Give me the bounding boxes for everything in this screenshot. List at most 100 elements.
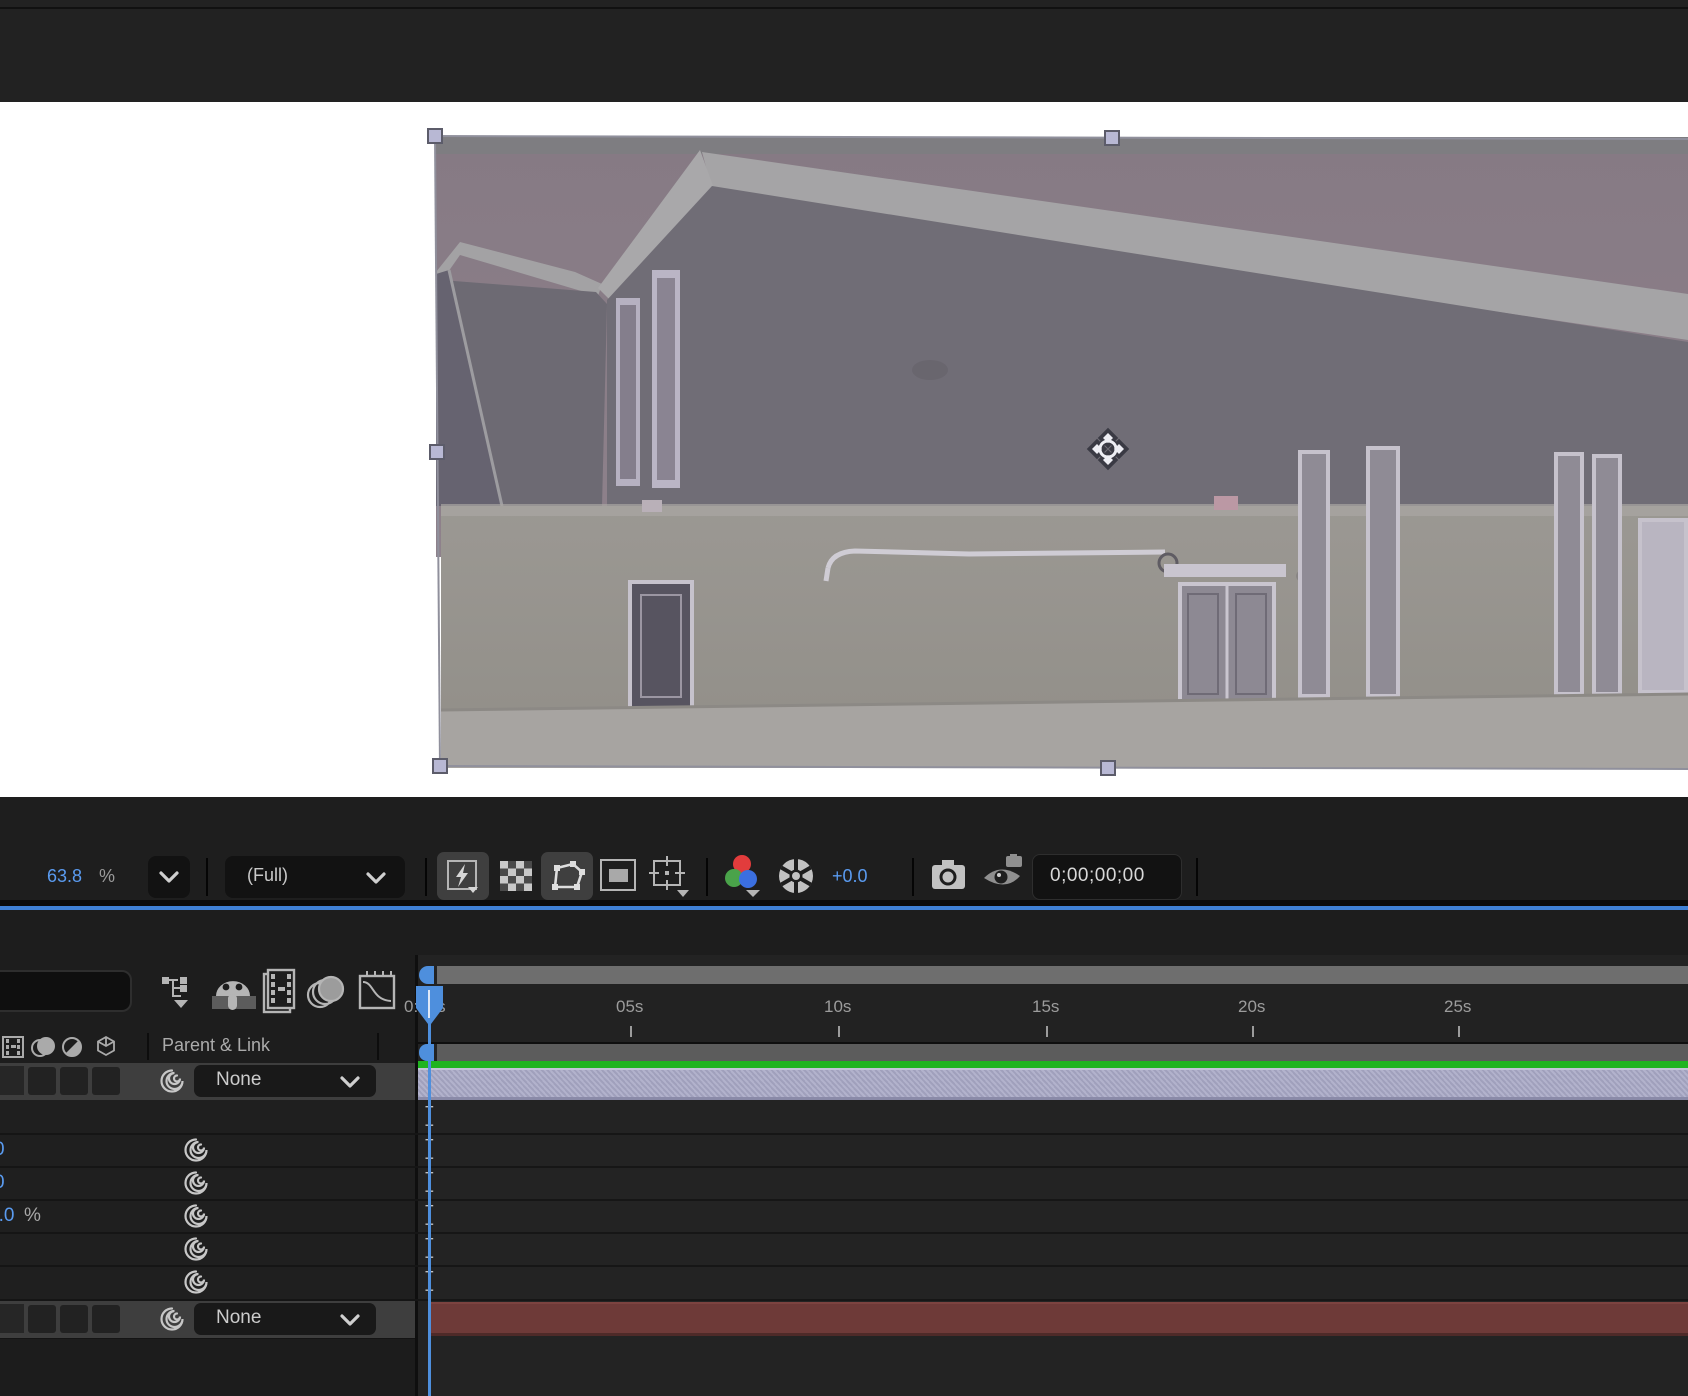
- ruler-label-15s: 15s: [1032, 997, 1060, 1016]
- magnification-unit: %: [99, 866, 116, 886]
- property-pickwhip-icon[interactable]: [182, 1136, 210, 1164]
- layer-switch-cell[interactable]: [28, 1305, 56, 1333]
- row-separator: [418, 1232, 1688, 1234]
- property-pickwhip-icon[interactable]: [182, 1268, 210, 1296]
- adjustment-layer-column-icon: [62, 1037, 82, 1057]
- resolution-value: (Full): [247, 865, 288, 885]
- property-pickwhip-icon[interactable]: [182, 1202, 210, 1230]
- parent-pickwhip-icon[interactable]: [158, 1067, 186, 1095]
- chevron-down-icon: [340, 1076, 360, 1088]
- take-snapshot-button[interactable]: [930, 858, 968, 892]
- parent-link-header[interactable]: Parent & Link: [162, 1035, 270, 1056]
- column-separator: [377, 1033, 379, 1060]
- parent-dropdown-value: None: [216, 1069, 262, 1090]
- layer-switch-cell[interactable]: [60, 1305, 88, 1333]
- parent-dropdown-value: None: [216, 1307, 262, 1328]
- grid-guides-icon: [649, 856, 689, 897]
- row-separator: [0, 1133, 418, 1135]
- ruler-tick: [1252, 1026, 1254, 1037]
- property-value-unit: %: [24, 1205, 41, 1226]
- mask-shape-icon: [552, 861, 585, 890]
- ruler-label-10s: 10s: [824, 997, 852, 1016]
- transparency-grid-button[interactable]: [499, 860, 535, 894]
- row-separator: [418, 1265, 1688, 1267]
- property-value[interactable]: 0: [0, 1139, 5, 1161]
- ruler-label-25s: 25s: [1444, 997, 1472, 1016]
- toolbar-separator: [206, 858, 208, 896]
- reset-exposure-button[interactable]: [776, 856, 816, 896]
- top-panel-chrome: [0, 0, 1688, 102]
- magnification-dropdown-button[interactable]: [148, 856, 190, 898]
- time-ruler[interactable]: 0:00s 05s 10s 15s 20s 25s: [404, 984, 1688, 1044]
- mask-visibility-button[interactable]: [541, 852, 593, 900]
- resolution-dropdown[interactable]: (Full): [225, 856, 405, 898]
- top-panel-divider: [0, 7, 1688, 9]
- layer-switch-cell[interactable]: [28, 1067, 56, 1095]
- ruler-tick: [838, 1026, 840, 1037]
- timecode-value: 0;00;00;00: [1050, 865, 1145, 886]
- ruler-tick: [630, 1026, 632, 1037]
- ruler-tick: [1458, 1026, 1460, 1037]
- ruler-label-20s: 20s: [1238, 997, 1266, 1016]
- frame-blending-button[interactable]: [262, 968, 298, 1014]
- layer-bar-1[interactable]: [418, 1068, 1688, 1100]
- shy-layers-button[interactable]: [212, 974, 256, 1012]
- checkerboard-icon: [500, 861, 532, 891]
- chevron-down-icon: [159, 871, 179, 883]
- row-separator: [418, 1299, 1688, 1301]
- 3d-layer-column-icon: [97, 1035, 115, 1057]
- filmstrip-icon: [262, 968, 296, 1014]
- property-value[interactable]: 0: [0, 1172, 5, 1194]
- property-pickwhip-icon[interactable]: [182, 1235, 210, 1263]
- toolbar-separator: [912, 858, 914, 896]
- switch-cell[interactable]: [0, 1066, 24, 1095]
- motion-blur-column-icon: [31, 1037, 55, 1057]
- row-separator: [418, 1133, 1688, 1135]
- column-header-icons: [2, 1035, 115, 1058]
- property-pickwhip-icon[interactable]: [182, 1169, 210, 1197]
- layer-row-2[interactable]: None: [0, 1301, 415, 1340]
- graph-editor-button[interactable]: [356, 968, 400, 1014]
- layer-row-1[interactable]: None: [0, 1063, 415, 1102]
- current-time-indicator-head-line: [428, 990, 430, 1018]
- exposure-value[interactable]: +0.0: [832, 866, 868, 887]
- parent-dropdown-layer-2[interactable]: None: [194, 1303, 376, 1335]
- region-of-interest-button[interactable]: [599, 858, 639, 894]
- mini-flowchart-button[interactable]: [160, 972, 204, 1014]
- after-effects-window: 63.8 % (Full) +0.0 0;00;00;00 Parent & L…: [0, 0, 1688, 1396]
- show-snapshot-button[interactable]: [982, 854, 1026, 894]
- magnification-value[interactable]: 63.8: [47, 866, 82, 887]
- rgb-channels-icon: [725, 855, 760, 897]
- motion-blur-button[interactable]: [306, 974, 346, 1012]
- eye-camera-icon: [984, 854, 1022, 885]
- fast-preview-button[interactable]: [437, 852, 489, 900]
- toolbar-separator: [425, 858, 427, 896]
- layer-switch-cell[interactable]: [92, 1067, 120, 1095]
- timeline-navigator-bar[interactable]: [437, 966, 1688, 984]
- layer-switch-cell[interactable]: [92, 1305, 120, 1333]
- column-separator: [147, 1033, 149, 1060]
- flowchart-icon: [162, 977, 188, 1008]
- row-separator: [0, 1199, 418, 1201]
- layer-bar-2[interactable]: [429, 1302, 1688, 1336]
- work-area-start-handle[interactable]: [419, 1044, 434, 1061]
- graph-editor-icon: [358, 971, 396, 1010]
- timeline-column-header: Parent & Link: [0, 1030, 415, 1063]
- frame-blending-column-icon: [2, 1036, 24, 1058]
- layer-switch-cell[interactable]: [60, 1067, 88, 1095]
- parent-pickwhip-icon[interactable]: [158, 1305, 186, 1333]
- comp-search-field[interactable]: [0, 970, 132, 1012]
- composition-viewer[interactable]: [0, 102, 1688, 797]
- timeline-navigator-start-handle[interactable]: [419, 966, 434, 984]
- grid-guides-button[interactable]: [647, 856, 693, 898]
- property-value[interactable]: 0.0: [0, 1205, 14, 1227]
- toolbar-separator: [706, 858, 708, 896]
- parent-dropdown-layer-1[interactable]: None: [194, 1065, 376, 1097]
- show-channel-button[interactable]: [722, 852, 764, 900]
- cached-frames-indicator: [418, 1061, 1688, 1068]
- current-time-indicator-line[interactable]: [428, 1010, 431, 1396]
- row-separator: [418, 1199, 1688, 1201]
- timeline-empty-area-left: [0, 1339, 415, 1396]
- switch-cell[interactable]: [0, 1304, 24, 1333]
- timecode-display[interactable]: 0;00;00;00: [1032, 854, 1182, 900]
